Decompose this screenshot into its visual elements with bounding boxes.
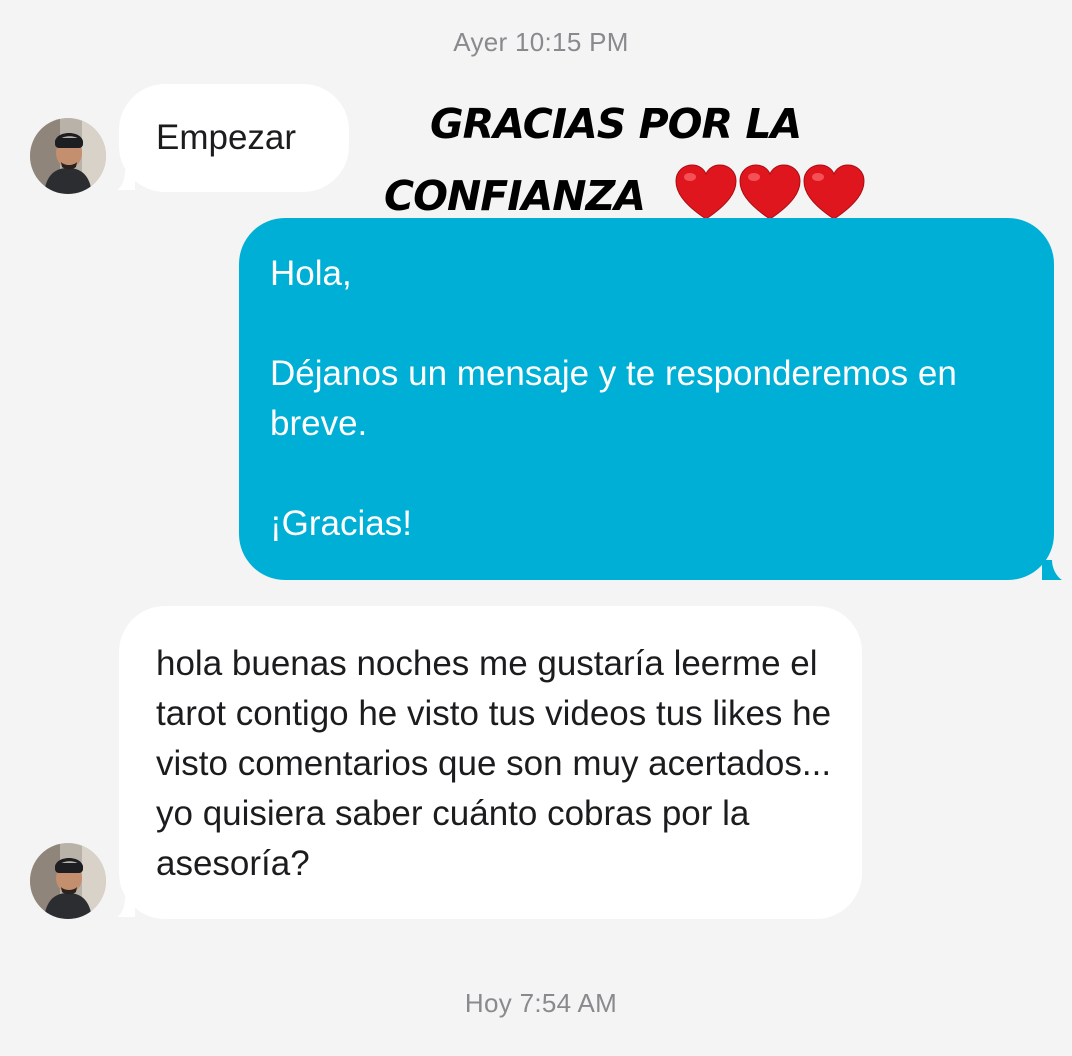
avatar-photo — [30, 843, 106, 919]
message-body: Déjanos un mensaje y te responderemos en… — [270, 354, 957, 443]
sender-avatar[interactable] — [30, 118, 106, 194]
timestamp-yesterday: Ayer 10:15 PM — [453, 27, 629, 57]
bubble-tail — [1042, 560, 1062, 580]
sender-avatar[interactable] — [30, 843, 106, 919]
message-text: Empezar — [156, 118, 297, 157]
message-bubble-incoming[interactable]: hola buenas noches me gustaría leerme el… — [119, 606, 862, 919]
message-text: hola buenas noches me gustaría leerme el… — [156, 644, 832, 883]
bubble-tail — [117, 170, 135, 190]
timestamp-today: Hoy 7:54 AM — [464, 988, 618, 1018]
bubble-tail — [117, 897, 135, 917]
heart-icons — [675, 164, 865, 220]
avatar-photo — [30, 118, 106, 194]
heart-icon — [739, 164, 801, 220]
heart-icon — [675, 164, 737, 220]
heart-icon — [803, 164, 865, 220]
message-closing: ¡Gracias! — [270, 504, 412, 543]
overlay-caption-line-2: CONFIANZA — [384, 172, 646, 220]
message-bubble-incoming[interactable]: Empezar — [119, 84, 349, 192]
message-greeting: Hola, — [270, 254, 352, 293]
overlay-caption-line-1: GRACIAS POR LA — [430, 100, 802, 148]
message-bubble-outgoing[interactable]: Hola, Déjanos un mensaje y te respondere… — [239, 218, 1054, 580]
